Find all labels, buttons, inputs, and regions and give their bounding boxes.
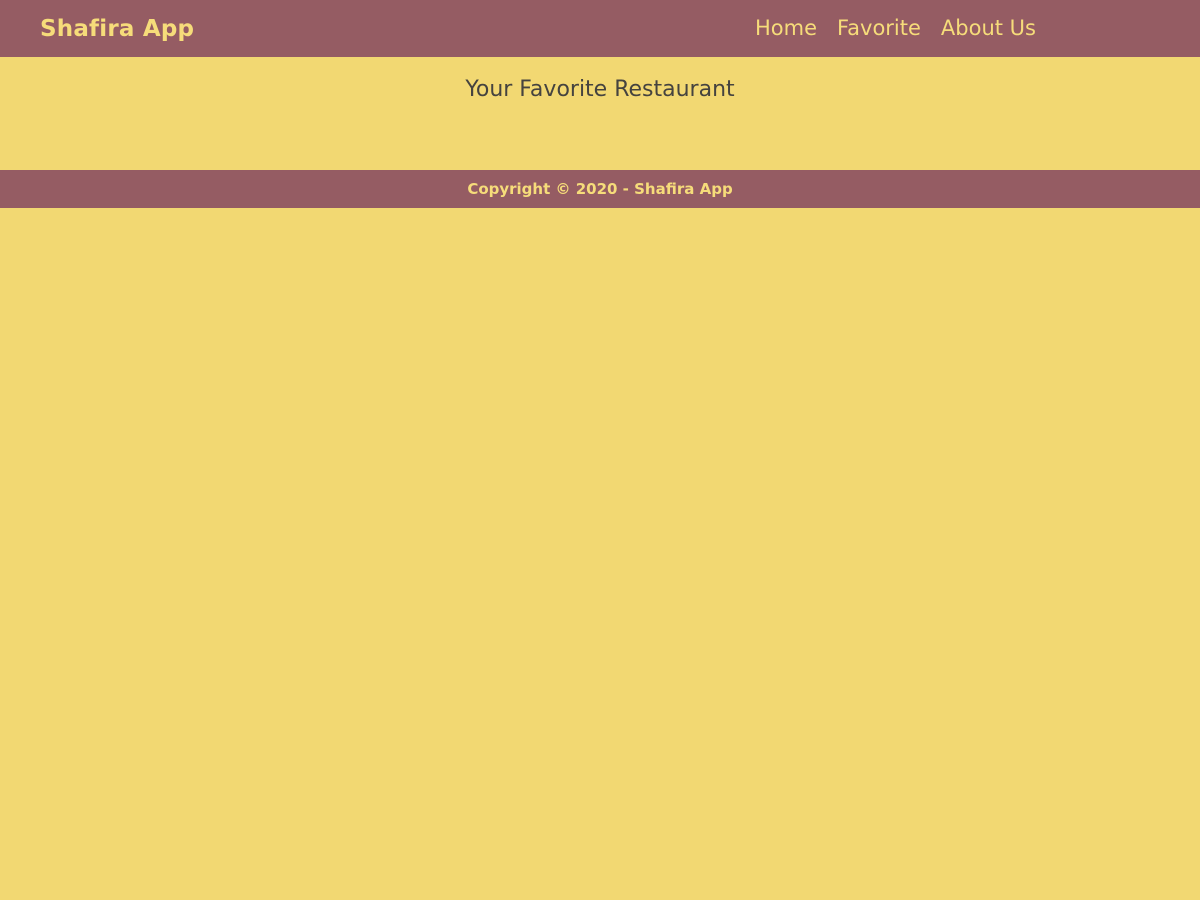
page-title: Your Favorite Restaurant [465, 77, 735, 102]
nav-favorite-link[interactable]: Favorite [837, 0, 921, 57]
app-bar: Shafira App Home Favorite About Us [0, 0, 1200, 57]
main-content: Your Favorite Restaurant [0, 57, 1200, 170]
brand-logo[interactable]: Shafira App [40, 13, 194, 45]
nav-about-us-link[interactable]: About Us [941, 0, 1036, 57]
copyright-text: Copyright © 2020 - Shafira App [467, 180, 733, 198]
footer: Copyright © 2020 - Shafira App [0, 170, 1200, 208]
main-nav: Home Favorite About Us [755, 0, 1036, 57]
nav-home-link[interactable]: Home [755, 0, 817, 57]
